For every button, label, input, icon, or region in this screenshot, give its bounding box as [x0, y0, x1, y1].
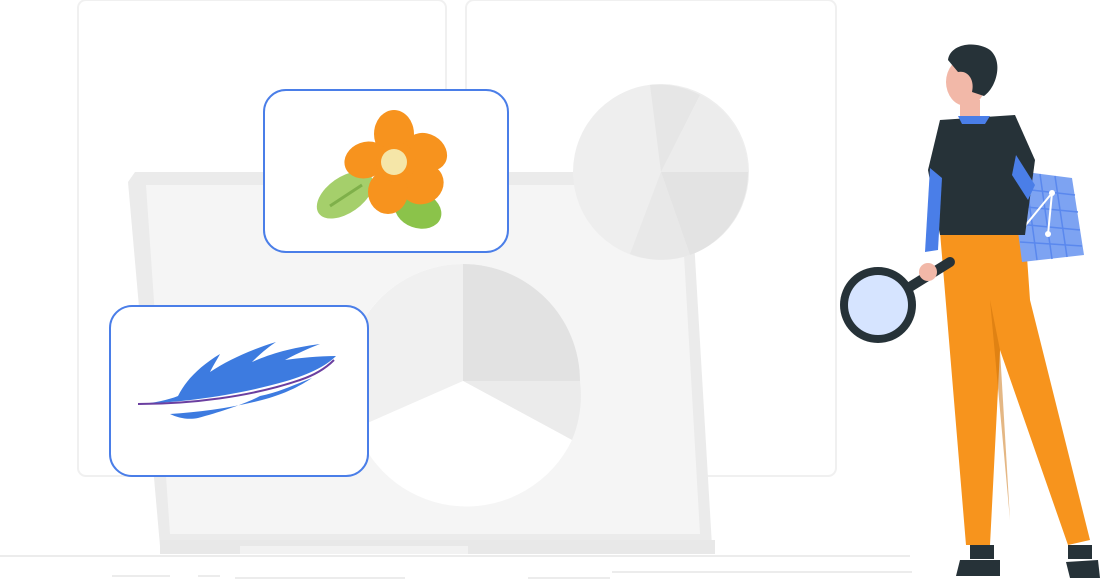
- person-arm-left: [925, 168, 942, 252]
- illustration-scene: [0, 0, 1102, 582]
- person-shoe-right: [1066, 560, 1100, 578]
- feather-card: [109, 305, 369, 477]
- floor-lines: [0, 555, 912, 579]
- illustration-svg: [0, 0, 1100, 579]
- monitor-base-notch: [240, 546, 468, 554]
- person-shoe-left: [956, 560, 1000, 576]
- magnifying-glass-icon: [840, 257, 955, 343]
- person-pants: [940, 228, 1090, 545]
- small-pie-chart-icon: [573, 84, 749, 260]
- person-figure: [840, 44, 1100, 578]
- flower-card: [263, 89, 509, 253]
